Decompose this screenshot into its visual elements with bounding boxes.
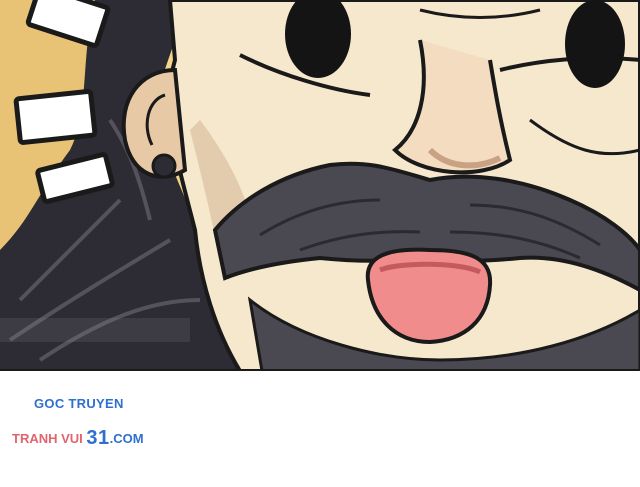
watermark-line-1: GOC TRUYEN bbox=[34, 396, 124, 411]
page: GOC TRUYEN TRANH VUI 31.COM bbox=[0, 0, 640, 487]
watermark-number: 31 bbox=[86, 427, 110, 449]
earring bbox=[151, 153, 177, 179]
background-watermark-faint bbox=[0, 318, 190, 342]
watermark-line-2: TRANH VUI 31.COM bbox=[12, 426, 144, 449]
watermark-suffix: .COM bbox=[109, 431, 144, 446]
impact-box-2 bbox=[13, 88, 98, 145]
eye-right bbox=[565, 0, 625, 88]
watermark-prefix: TRANH VUI bbox=[12, 431, 87, 446]
comic-panel bbox=[0, 0, 640, 371]
